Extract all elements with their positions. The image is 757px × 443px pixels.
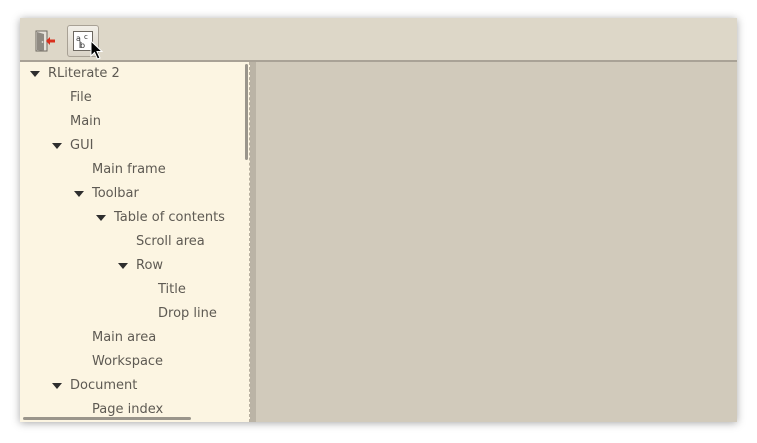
horizontal-scrollbar[interactable] (23, 417, 191, 420)
toc-row[interactable]: Drop line (140, 302, 230, 326)
expand-arrow-icon[interactable] (52, 143, 62, 149)
toc-row[interactable]: Table of contents (96, 206, 230, 230)
expand-arrow-icon[interactable] (30, 71, 40, 77)
vertical-scrollbar[interactable] (245, 64, 248, 160)
toc-row-label: Main (70, 114, 102, 129)
toc-row-label: Drop line (158, 306, 217, 321)
toc-row-label: Table of contents (114, 210, 225, 225)
toolbar: a c b (20, 18, 737, 62)
expand-arrow-icon[interactable] (52, 383, 62, 389)
table-of-contents[interactable]: RLiterate 2 File Main GUI Main frame Toolbar T… (20, 62, 250, 422)
toc-row[interactable]: Main area (74, 326, 230, 350)
toc-row[interactable]: Document (52, 374, 230, 398)
abc-text-icon: a c b (73, 31, 93, 51)
exit-door-icon (35, 30, 55, 52)
toc-row[interactable]: Scroll area (118, 230, 230, 254)
expand-arrow-icon[interactable] (118, 263, 128, 269)
toc-row-label: Scroll area (136, 234, 205, 249)
toc-row[interactable]: RLiterate 2 (30, 62, 230, 86)
toc-row-label: RLiterate 2 (48, 66, 120, 81)
toc-row[interactable]: Title (140, 278, 230, 302)
toc-button[interactable]: a c b (67, 25, 99, 57)
toc-row-label: Workspace (92, 354, 164, 369)
toc-row-label: Main frame (92, 162, 166, 177)
toc-row[interactable]: Main frame (74, 158, 230, 182)
expand-arrow-icon[interactable] (96, 215, 106, 221)
toc-row-label: Row (136, 258, 164, 273)
toc-row-label: Title (158, 282, 186, 297)
quit-button[interactable] (29, 25, 61, 57)
toc-row-label: File (70, 90, 92, 105)
toc-row-label: Document (70, 378, 138, 393)
toc-row[interactable]: Row (118, 254, 230, 278)
toc-row[interactable]: Toolbar (74, 182, 230, 206)
toc-row-label: GUI (70, 138, 94, 153)
svg-text:b: b (80, 41, 85, 50)
toc-row[interactable]: Main (52, 110, 230, 134)
toc-row-label: Toolbar (92, 186, 139, 201)
toc-row[interactable]: Workspace (74, 350, 230, 374)
workspace[interactable] (256, 62, 737, 422)
expand-arrow-icon[interactable] (74, 191, 84, 197)
toc-row[interactable]: File (52, 86, 230, 110)
app-window: a c b RLiterate 2 File Main GUI Main frame To… (20, 18, 737, 422)
toc-row[interactable]: GUI (52, 134, 230, 158)
svg-text:c: c (84, 33, 88, 41)
toc-row-label: Main area (92, 330, 157, 345)
